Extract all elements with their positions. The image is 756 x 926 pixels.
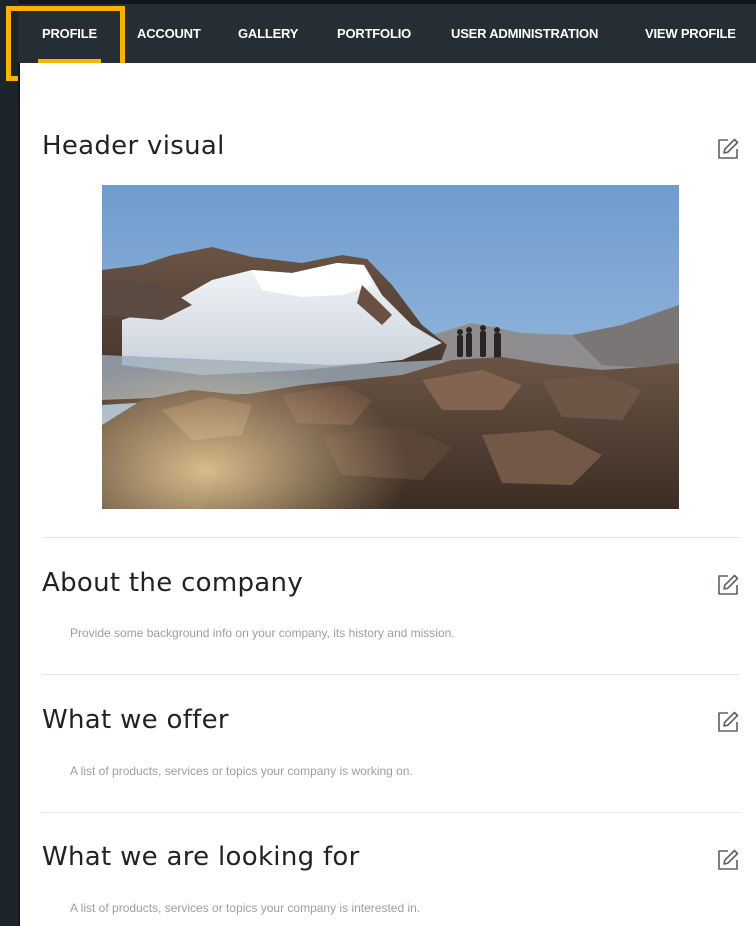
section-description-what-we-offer: A list of products, services or topics y… bbox=[70, 764, 413, 778]
section-title-what-we-offer: What we offer bbox=[42, 705, 229, 735]
section-title-what-we-are-looking-for: What we are looking for bbox=[42, 842, 360, 872]
section-divider bbox=[42, 674, 740, 675]
header-visual-image[interactable] bbox=[102, 185, 679, 509]
edit-icon bbox=[718, 138, 739, 159]
tab-gallery[interactable]: GALLERY bbox=[238, 4, 298, 63]
edit-icon bbox=[718, 574, 739, 595]
section-title-header-visual: Header visual bbox=[42, 131, 225, 161]
edit-what-we-are-looking-for-button[interactable] bbox=[714, 846, 742, 874]
edit-header-visual-button[interactable] bbox=[714, 135, 742, 163]
profile-tab-bar: PROFILE ACCOUNT GALLERY PORTFOLIO USER A… bbox=[18, 0, 756, 63]
section-description-what-we-are-looking-for: A list of products, services or topics y… bbox=[70, 901, 421, 915]
tab-user-administration[interactable]: USER ADMINISTRATION bbox=[451, 4, 598, 63]
section-title-about-company: About the company bbox=[42, 568, 303, 598]
app-frame: PROFILE ACCOUNT GALLERY PORTFOLIO USER A… bbox=[0, 0, 756, 926]
section-description-about-company: Provide some background info on your com… bbox=[70, 626, 455, 640]
profile-content-panel: Header visual About the company Provide … bbox=[18, 63, 756, 926]
tab-profile[interactable]: PROFILE bbox=[38, 4, 101, 63]
edit-icon bbox=[718, 711, 739, 732]
edit-icon bbox=[718, 849, 739, 870]
tab-view-profile[interactable]: VIEW PROFILE bbox=[645, 4, 736, 63]
tab-account[interactable]: ACCOUNT bbox=[137, 4, 201, 63]
edit-about-company-button[interactable] bbox=[714, 571, 742, 599]
edit-what-we-offer-button[interactable] bbox=[714, 708, 742, 736]
section-divider bbox=[42, 537, 740, 538]
tab-portfolio[interactable]: PORTFOLIO bbox=[337, 4, 411, 63]
mountain-photo bbox=[102, 185, 679, 509]
section-divider bbox=[42, 812, 740, 813]
